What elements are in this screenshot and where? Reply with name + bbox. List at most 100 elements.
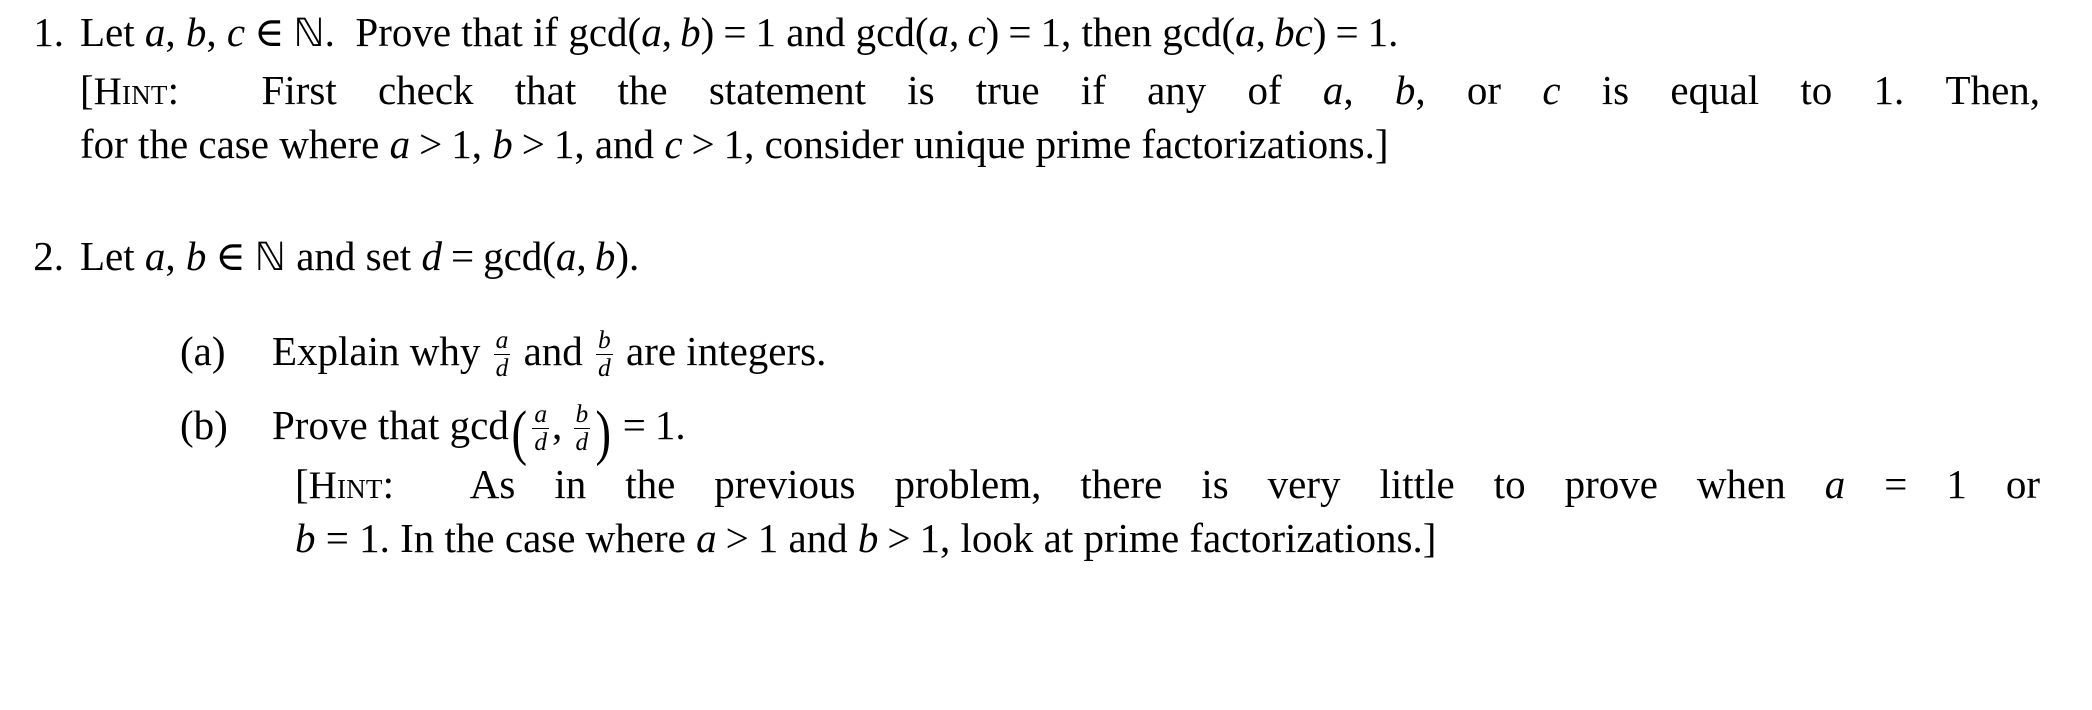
var-b: b — [185, 9, 207, 55]
fraction-denominator: d — [493, 353, 511, 382]
open-paren: ( — [627, 9, 642, 55]
text-let: Let — [80, 233, 135, 279]
text-let: Let — [80, 9, 135, 55]
gcd-operator: gcd — [855, 9, 915, 55]
naturals-symbol: ℕ — [254, 235, 286, 280]
number-one: 1 — [919, 515, 941, 561]
var-a: a — [641, 9, 662, 55]
open-paren: ( — [914, 9, 929, 55]
close-paren: ) — [985, 9, 1000, 55]
comma: , — [661, 9, 672, 55]
period: . — [629, 233, 640, 279]
fraction-denominator: d — [573, 427, 591, 456]
gcd-operator: gcd — [483, 233, 543, 279]
comma: , — [165, 233, 176, 279]
close-paren: ) — [615, 233, 630, 279]
open-bracket: [ — [295, 461, 309, 507]
equals-symbol: = — [1335, 9, 1359, 55]
close-bracket: ] — [1374, 121, 1389, 167]
problem-2-statement: Let a, b ∈ ℕ and set d = gcd(a, b). — [80, 230, 2040, 284]
var-a: a — [389, 121, 411, 167]
problem-1: 1. Let a, b, c ∈ ℕ. Prove that if gcd(a, b… — [0, 6, 2040, 170]
var-b: b — [295, 515, 316, 561]
var-b: b — [594, 233, 616, 279]
comma: , — [552, 402, 563, 448]
problem-1-marker: 1. — [33, 9, 64, 55]
hint-text-c: = 1. — [325, 515, 390, 561]
close-paren: ) — [595, 398, 612, 467]
subitem-b-text: Prove that gcd(a d, b d) = 1. — [272, 394, 2040, 467]
comma: , — [1343, 67, 1354, 113]
fraction-a-over-d: ad — [532, 400, 550, 456]
equals-symbol: = — [1008, 9, 1032, 55]
var-c: c — [967, 9, 986, 55]
text-are-integers: are integers. — [626, 328, 827, 374]
equals-symbol: = — [622, 402, 646, 448]
var-b: b — [492, 121, 513, 167]
problem-2: 2. Let a, b ∈ ℕ and set d = gcd(a, b). (a) E… — [0, 230, 2040, 564]
comma: , — [576, 233, 587, 279]
var-c: c — [664, 121, 683, 167]
comma: , — [1415, 67, 1426, 113]
text-and: and — [594, 121, 655, 167]
problem-2-body: Let a, b ∈ ℕ and set d = gcd(a, b). (a) Expl… — [80, 230, 2040, 564]
gcd-operator: gcd — [449, 402, 509, 448]
close-bracket: ] — [1422, 515, 1437, 561]
period: . — [324, 9, 335, 55]
close-paren: ) — [700, 9, 715, 55]
number-one: 1 — [723, 121, 745, 167]
var-a: a — [1824, 461, 1846, 507]
var-d: d — [421, 233, 442, 279]
greater-than-symbol: > — [691, 121, 715, 167]
number-one: 1 — [1040, 9, 1061, 55]
var-bc: bc — [1274, 9, 1313, 55]
fraction-b-over-d: bd — [596, 327, 613, 381]
comma: , — [940, 515, 951, 561]
var-a: a — [555, 233, 577, 279]
fraction-numerator: b — [575, 400, 589, 429]
hint-line-2: b = 1. In the case where a >1 and b >1, lo… — [295, 512, 2040, 564]
number-one: 1 — [1367, 9, 1389, 55]
period: . — [1388, 9, 1399, 55]
hint-text-case: for the case where — [80, 121, 380, 167]
hint-text-a: First check that the statement is true i… — [261, 67, 1282, 113]
comma: , — [949, 9, 960, 55]
fraction-numerator: a — [495, 326, 509, 355]
naturals-symbol: ℕ — [293, 11, 325, 56]
period: . — [675, 402, 686, 448]
text-and: and — [786, 9, 846, 55]
greater-than-symbol: > — [521, 121, 545, 167]
subitem-a: (a) Explain why ad and bd are integers. — [100, 320, 2040, 382]
open-paren: ( — [511, 398, 527, 467]
hint-text-factorizations: consider unique prime factorizations. — [764, 121, 1375, 167]
fraction-denominator: d — [596, 353, 613, 382]
colon: : — [382, 461, 395, 507]
problem-2-subitems: (a) Explain why ad and bd are integers. … — [100, 320, 2040, 564]
problem-1-body: Let a, b, c ∈ ℕ. Prove that if gcd(a, b) = 1… — [80, 6, 2040, 170]
hint-text-b: is equal to 1. — [1601, 67, 1905, 113]
text-or: or — [1466, 67, 1502, 113]
number-one: 1 — [451, 121, 472, 167]
subitem-b: (b) Prove that gcd(a d, b d) = 1. [Hint: As … — [100, 394, 2040, 564]
hint-text-e: look at prime factorizations. — [960, 515, 1423, 561]
fraction-denominator: d — [532, 427, 550, 456]
number-one: 1 — [553, 121, 575, 167]
hint-text-d: In the case where — [400, 515, 686, 561]
var-b: b — [185, 233, 207, 279]
subitem-b-marker: (b) — [180, 402, 228, 448]
problem-1-hint: [Hint: First check that the statement is… — [80, 64, 2040, 170]
greater-than-symbol: > — [887, 515, 911, 561]
var-b: b — [1394, 67, 1416, 113]
subitem-a-marker: (a) — [180, 328, 226, 374]
number-one: 1 — [757, 515, 779, 561]
element-of-symbol: ∈ — [254, 9, 285, 55]
fraction-numerator: a — [534, 400, 548, 429]
var-a: a — [144, 9, 166, 55]
text-prove-that: Prove that — [272, 402, 440, 448]
var-a: a — [928, 9, 950, 55]
comma: , — [574, 121, 585, 167]
equals-symbol: = — [723, 9, 747, 55]
close-paren: ) — [1312, 9, 1327, 55]
subitem-a-text: Explain why ad and bd are integers. — [272, 320, 2040, 382]
colon: : — [167, 67, 180, 113]
